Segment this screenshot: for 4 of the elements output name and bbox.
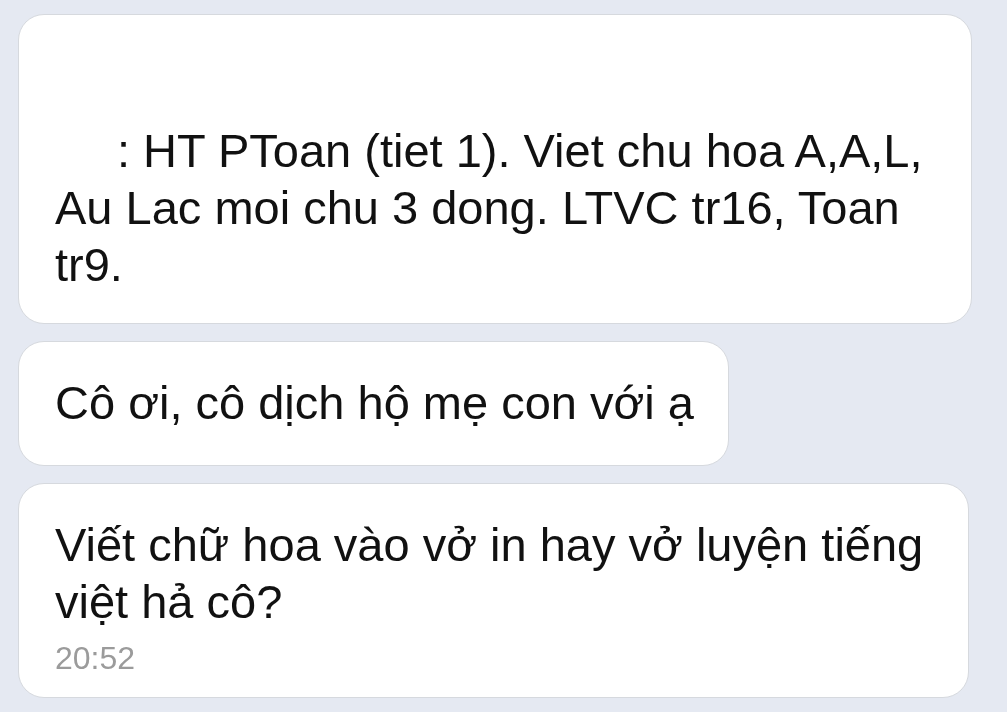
message-text: : HT PToan (tiet 1). Viet chu hoa A,A,L, Au Lac moi chu 3 dong. LTVC tr16, Toan tr9.: [55, 123, 924, 293]
message-text: Cô ơi, cô dịch hộ mẹ con với ạ: [55, 377, 694, 429]
message-time: 20:52: [55, 640, 136, 677]
message-text: Viết chữ hoa vào vở in hay vở luyện tiếng việt hả cô?: [55, 517, 925, 630]
